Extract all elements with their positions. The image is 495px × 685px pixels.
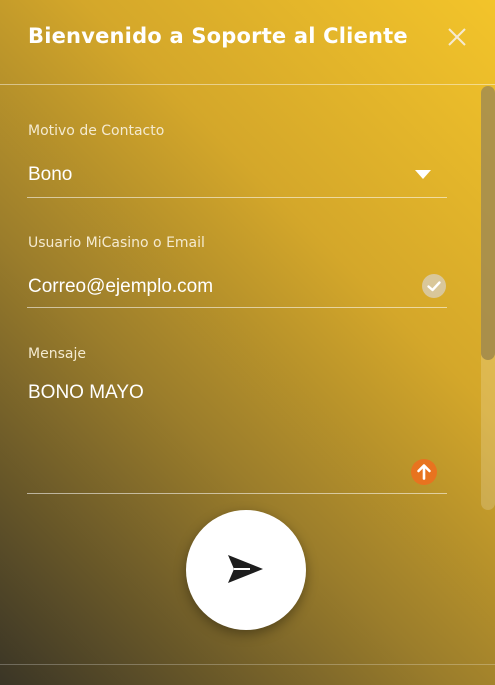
modal-header: Bienvenido a Soporte al Cliente [0, 0, 495, 85]
page-title: Bienvenido a Soporte al Cliente [28, 24, 408, 48]
user-underline [27, 307, 447, 308]
user-email-field[interactable]: Correo@ejemplo.com [28, 276, 213, 298]
contact-reason-underline [27, 197, 447, 198]
message-label: Mensaje [28, 346, 86, 362]
message-underline [27, 493, 447, 494]
check-circle-icon [422, 274, 446, 298]
upload-arrow-icon[interactable] [410, 458, 438, 486]
footer-divider [0, 664, 495, 665]
scrollbar-thumb[interactable] [481, 86, 495, 360]
scrollbar[interactable] [481, 86, 495, 510]
send-button[interactable] [186, 510, 306, 630]
user-label: Usuario MiCasino o Email [28, 235, 205, 251]
close-icon[interactable] [446, 26, 468, 48]
message-textarea[interactable]: BONO MAYO [28, 382, 144, 404]
contact-reason-select[interactable]: Bono [28, 164, 72, 186]
send-icon [228, 555, 263, 583]
chevron-down-icon[interactable] [415, 170, 431, 179]
contact-reason-label: Motivo de Contacto [28, 123, 165, 139]
